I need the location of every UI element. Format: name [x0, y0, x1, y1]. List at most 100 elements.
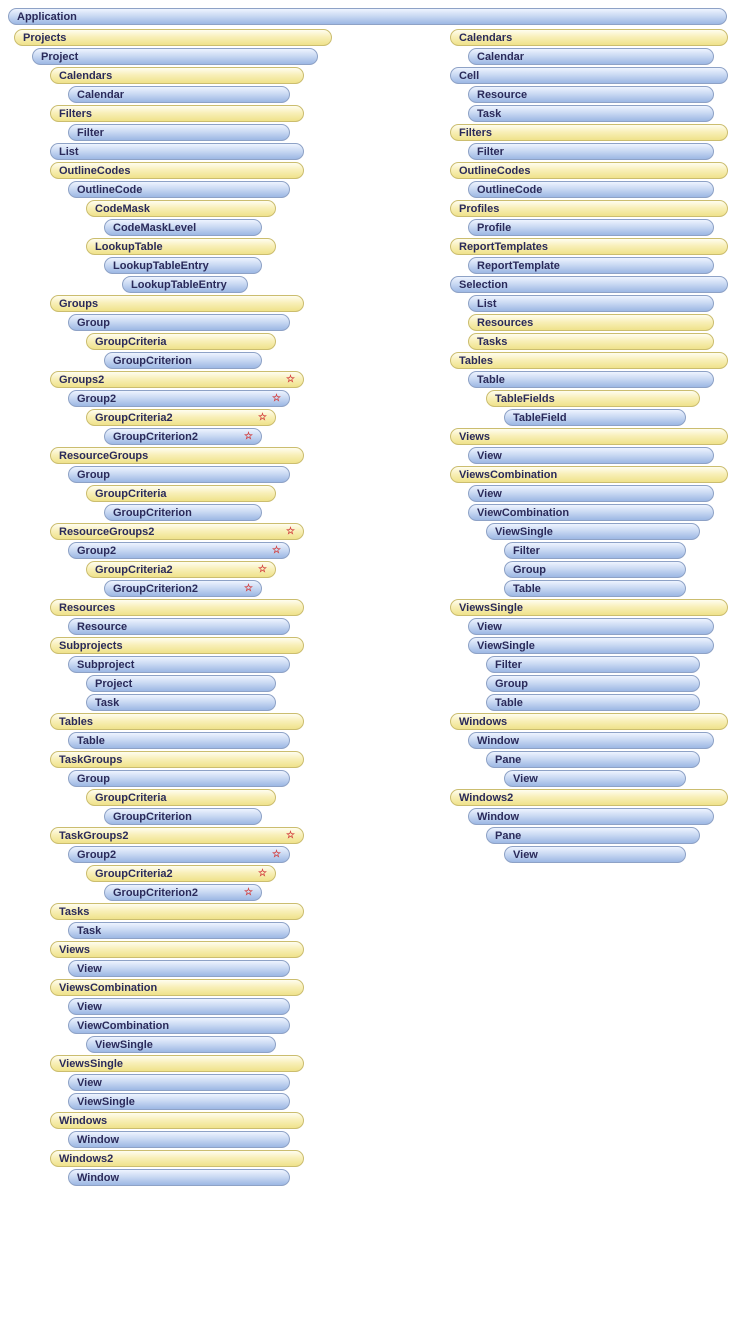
node-subproject[interactable]: Subproject	[68, 656, 290, 673]
node-group-criteria2[interactable]: GroupCriteria2☆	[86, 865, 276, 882]
node-table[interactable]: Table	[468, 371, 714, 388]
node-view-combination[interactable]: ViewCombination	[468, 504, 714, 521]
node-filter[interactable]: Filter	[68, 124, 290, 141]
node-calendar[interactable]: Calendar	[68, 86, 290, 103]
node-calendars[interactable]: Calendars	[450, 29, 728, 46]
node-table[interactable]: Table	[68, 732, 290, 749]
node-code-mask-level[interactable]: CodeMaskLevel	[104, 219, 262, 236]
node-groups[interactable]: Groups	[50, 295, 304, 312]
node-views-combination[interactable]: ViewsCombination	[50, 979, 304, 996]
node-calendar[interactable]: Calendar	[468, 48, 714, 65]
node-window[interactable]: Window	[68, 1169, 290, 1186]
node-application[interactable]: Application	[8, 8, 727, 25]
node-group2[interactable]: Group2☆	[68, 542, 290, 559]
node-resource-groups[interactable]: ResourceGroups	[50, 447, 304, 464]
node-lookup-table-entry[interactable]: LookupTableEntry	[104, 257, 262, 274]
node-filter[interactable]: Filter	[486, 656, 700, 673]
node-code-mask[interactable]: CodeMask	[86, 200, 276, 217]
node-group-criterion[interactable]: GroupCriterion	[104, 504, 262, 521]
node-view[interactable]: View	[68, 960, 290, 977]
node-filters[interactable]: Filters	[450, 124, 728, 141]
node-view[interactable]: View	[468, 485, 714, 502]
node-windows[interactable]: Windows	[50, 1112, 304, 1129]
node-outline-codes[interactable]: OutlineCodes	[450, 162, 728, 179]
node-group[interactable]: Group	[68, 314, 290, 331]
node-tasks[interactable]: Tasks	[468, 333, 714, 350]
node-selection[interactable]: Selection	[450, 276, 728, 293]
node-group2[interactable]: Group2☆	[68, 390, 290, 407]
node-group-criteria[interactable]: GroupCriteria	[86, 333, 276, 350]
node-group2[interactable]: Group2☆	[68, 846, 290, 863]
node-group-criteria[interactable]: GroupCriteria	[86, 789, 276, 806]
node-windows2[interactable]: Windows2	[50, 1150, 304, 1167]
node-group-criterion[interactable]: GroupCriterion	[104, 808, 262, 825]
node-project[interactable]: Project	[32, 48, 318, 65]
node-windows[interactable]: Windows	[450, 713, 728, 730]
node-views[interactable]: Views	[450, 428, 728, 445]
node-table[interactable]: Table	[504, 580, 686, 597]
node-group[interactable]: Group	[68, 770, 290, 787]
node-report-template[interactable]: ReportTemplate	[468, 257, 714, 274]
node-list[interactable]: List	[468, 295, 714, 312]
node-window[interactable]: Window	[468, 732, 714, 749]
node-view-single[interactable]: ViewSingle	[468, 637, 714, 654]
node-groups2[interactable]: Groups2☆	[50, 371, 304, 388]
node-profile[interactable]: Profile	[468, 219, 714, 236]
node-pane[interactable]: Pane	[486, 827, 700, 844]
node-resource[interactable]: Resource	[468, 86, 714, 103]
node-views-single[interactable]: ViewsSingle	[450, 599, 728, 616]
node-outline-code[interactable]: OutlineCode	[468, 181, 714, 198]
node-lookup-table-entry[interactable]: LookupTableEntry	[122, 276, 248, 293]
node-view[interactable]: View	[504, 846, 686, 863]
node-views-single[interactable]: ViewsSingle	[50, 1055, 304, 1072]
node-view-single[interactable]: ViewSingle	[68, 1093, 290, 1110]
node-table-fields[interactable]: TableFields	[486, 390, 700, 407]
node-view[interactable]: View	[468, 618, 714, 635]
node-cell[interactable]: Cell	[450, 67, 728, 84]
node-profiles[interactable]: Profiles	[450, 200, 728, 217]
node-tasks[interactable]: Tasks	[50, 903, 304, 920]
node-pane[interactable]: Pane	[486, 751, 700, 768]
node-subprojects[interactable]: Subprojects	[50, 637, 304, 654]
node-view-single[interactable]: ViewSingle	[486, 523, 700, 540]
node-view-single[interactable]: ViewSingle	[86, 1036, 276, 1053]
node-group-criteria[interactable]: GroupCriteria	[86, 485, 276, 502]
node-task[interactable]: Task	[468, 105, 714, 122]
node-project[interactable]: Project	[86, 675, 276, 692]
node-task-groups[interactable]: TaskGroups	[50, 751, 304, 768]
node-calendars[interactable]: Calendars	[50, 67, 304, 84]
node-view[interactable]: View	[468, 447, 714, 464]
node-windows2[interactable]: Windows2	[450, 789, 728, 806]
node-tables[interactable]: Tables	[50, 713, 304, 730]
node-filters[interactable]: Filters	[50, 105, 304, 122]
node-view[interactable]: View	[68, 998, 290, 1015]
node-view-combination[interactable]: ViewCombination	[68, 1017, 290, 1034]
node-task[interactable]: Task	[68, 922, 290, 939]
node-list[interactable]: List	[50, 143, 304, 160]
node-group[interactable]: Group	[486, 675, 700, 692]
node-resources[interactable]: Resources	[50, 599, 304, 616]
node-group[interactable]: Group	[68, 466, 290, 483]
node-outline-code[interactable]: OutlineCode	[68, 181, 290, 198]
node-filter[interactable]: Filter	[468, 143, 714, 160]
node-group-criterion[interactable]: GroupCriterion	[104, 352, 262, 369]
node-group-criteria2[interactable]: GroupCriteria2☆	[86, 561, 276, 578]
node-views-combination[interactable]: ViewsCombination	[450, 466, 728, 483]
node-outline-codes[interactable]: OutlineCodes	[50, 162, 304, 179]
node-group-criterion2[interactable]: GroupCriterion2☆	[104, 428, 262, 445]
node-projects[interactable]: Projects	[14, 29, 332, 46]
node-report-templates[interactable]: ReportTemplates	[450, 238, 728, 255]
node-tables[interactable]: Tables	[450, 352, 728, 369]
node-window[interactable]: Window	[468, 808, 714, 825]
node-group[interactable]: Group	[504, 561, 686, 578]
node-view[interactable]: View	[504, 770, 686, 787]
node-group-criterion2[interactable]: GroupCriterion2☆	[104, 884, 262, 901]
node-task[interactable]: Task	[86, 694, 276, 711]
node-view[interactable]: View	[68, 1074, 290, 1091]
node-group-criteria2[interactable]: GroupCriteria2☆	[86, 409, 276, 426]
node-table[interactable]: Table	[486, 694, 700, 711]
node-group-criterion2[interactable]: GroupCriterion2☆	[104, 580, 262, 597]
node-filter[interactable]: Filter	[504, 542, 686, 559]
node-lookup-table[interactable]: LookupTable	[86, 238, 276, 255]
node-table-field[interactable]: TableField	[504, 409, 686, 426]
